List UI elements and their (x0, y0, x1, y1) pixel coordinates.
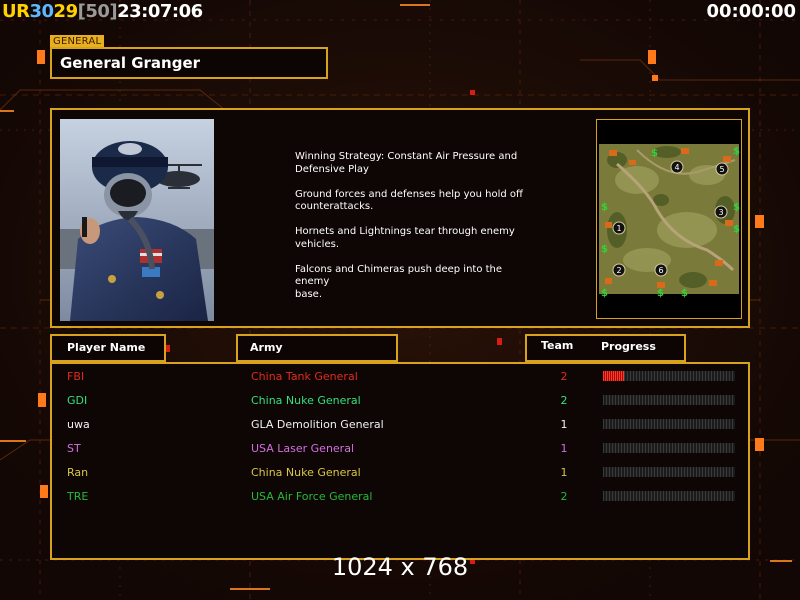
strategy-line: Hornets and Lightnings tear through enem… (295, 226, 515, 250)
general-portrait (60, 119, 214, 321)
player-progress-bar (603, 419, 735, 429)
column-header-player-name: Player Name (50, 334, 166, 362)
svg-text:$: $ (651, 148, 658, 159)
strategy-line: Ground forces and defenses help you hold… (295, 188, 523, 213)
start-position-3: 3 (718, 208, 723, 217)
player-progress-bar (603, 491, 735, 501)
resolution-label: 1024 x 768 (331, 553, 469, 581)
start-position-1: 1 (616, 224, 621, 233)
game-clock: 00:00:00 (706, 1, 796, 22)
column-header-progress: Progress (601, 340, 656, 353)
start-position-6: 6 (658, 266, 663, 275)
player-name: Ran (67, 466, 89, 479)
svg-text:$: $ (601, 244, 608, 255)
start-position-4: 4 (674, 163, 679, 172)
player-progress-fill (603, 371, 624, 381)
general-name: General Granger (60, 54, 201, 72)
player-name: GDI (67, 394, 88, 407)
player-name: TRE (67, 490, 89, 503)
general-info-panel: Winning Strategy: Constant Air Pressure … (50, 108, 750, 328)
player-army: China Nuke General (251, 394, 361, 407)
player-team: 2 (560, 370, 568, 383)
general-name-box: General Granger (50, 47, 328, 79)
column-header-team-progress: Team Progress (525, 334, 686, 362)
svg-text:$: $ (657, 288, 664, 299)
strategy-line: Falcons and Chimeras push deep into the … (295, 263, 503, 300)
svg-text:$: $ (601, 202, 608, 213)
player-row: ST USA Laser General 1 (52, 438, 748, 462)
player-team: 1 (560, 466, 568, 479)
player-team: 2 (560, 394, 568, 407)
svg-text:$: $ (681, 288, 688, 299)
player-progress-bar (603, 371, 735, 381)
player-progress-bar (603, 467, 735, 477)
player-name: uwa (67, 418, 90, 431)
player-team: 2 (560, 490, 568, 503)
hud-stat-fps: 30 (29, 1, 54, 22)
player-progress-bar (603, 443, 735, 453)
map-preview[interactable]: $ $ $ $ $ $ $ $ $ 1 2 3 4 5 6 (596, 119, 742, 319)
player-army: China Nuke General (251, 466, 361, 479)
svg-text:$: $ (733, 224, 740, 235)
column-header-label: Player Name (67, 341, 146, 354)
player-row: GDI China Nuke General 2 (52, 390, 748, 414)
hud-stat-limit: [50] (77, 1, 118, 22)
player-army: China Tank General (251, 370, 358, 383)
svg-text:$: $ (733, 202, 740, 213)
player-team: 1 (560, 442, 568, 455)
column-header-label: Army (250, 341, 283, 354)
hud-stat-time: 23:07:06 (117, 1, 203, 22)
column-header-army: Army (236, 334, 398, 362)
strategy-line: Winning Strategy: Constant Air Pressure … (295, 151, 518, 175)
player-army: GLA Demolition General (251, 418, 384, 431)
start-position-5: 5 (719, 165, 724, 174)
player-row: FBI China Tank General 2 (52, 366, 748, 390)
svg-text:$: $ (733, 146, 740, 157)
hud-stats: UR 30 29[50] 23:07:06 (2, 1, 203, 22)
hud-stat-count: 29 (53, 1, 79, 22)
player-progress-bar (603, 395, 735, 405)
hud-stat-rank: UR (2, 1, 30, 22)
players-panel: FBI China Tank General 2 GDI China Nuke Gene… (50, 362, 750, 560)
player-army: USA Laser General (251, 442, 354, 455)
player-name: FBI (67, 370, 85, 383)
player-team: 1 (560, 418, 568, 431)
player-army: USA Air Force General (251, 490, 373, 503)
svg-text:$: $ (601, 288, 608, 299)
strategy-text: Winning Strategy: Constant Air Pressure … (295, 151, 535, 314)
player-row: uwa GLA Demolition General 1 (52, 414, 748, 438)
player-name: ST (67, 442, 81, 455)
start-position-2: 2 (616, 266, 621, 275)
player-row: Ran China Nuke General 1 (52, 462, 748, 486)
player-row: TRE USA Air Force General 2 (52, 486, 748, 510)
column-header-team: Team (541, 339, 574, 352)
